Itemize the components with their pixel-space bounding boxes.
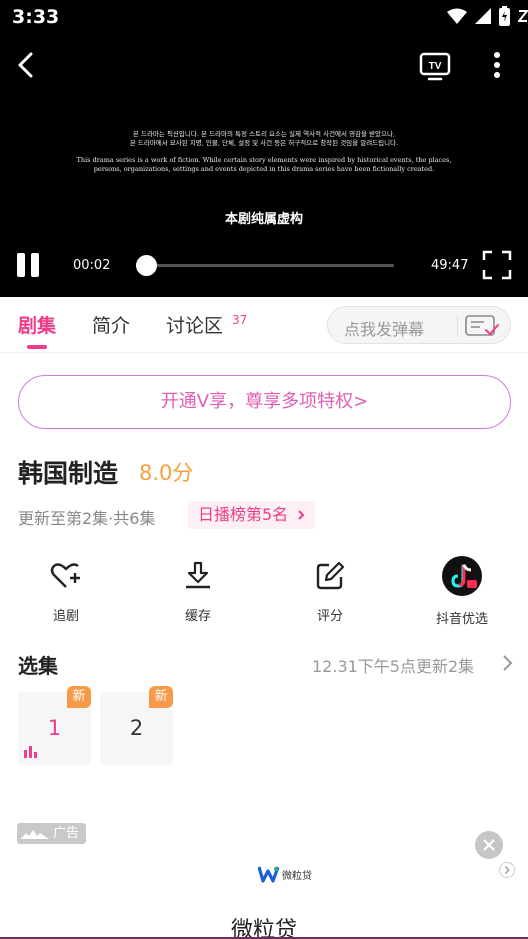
heart-plus-icon <box>50 563 80 588</box>
douyin-shop-button[interactable]: 抖音优选 <box>422 555 502 627</box>
current-time: 00:02 <box>73 258 111 273</box>
show-title: 韩国制造 <box>18 459 119 488</box>
action-label: 评分 <box>316 609 343 624</box>
danmaku-toggle-icon[interactable] <box>464 314 502 338</box>
discussion-count: 37 <box>232 313 248 327</box>
status-icons <box>447 6 528 26</box>
status-bar: 3:33 <box>0 0 528 36</box>
tab-episodes[interactable]: 剧集 <box>18 311 56 338</box>
follow-button[interactable]: 追剧 <box>26 555 106 624</box>
douyin-shop-icon <box>442 556 482 596</box>
video-player[interactable]: 3:33 TV 본 드라마는 픽션입니다. 본 드라마의 특정 스토리 요소는 … <box>0 0 528 297</box>
update-info: 更新至第2集·共6集 <box>18 509 156 528</box>
fiction-disclaimer: 본 드라마는 픽션입니다. 본 드라마의 특정 스토리 요소는 실제 역사적 사… <box>60 130 468 174</box>
new-badge: 新 <box>67 686 91 708</box>
ad-tag: 广告 <box>17 823 86 844</box>
disclaimer-korean-line: 본 드라마는 픽션입니다. 본 드라마의 특정 스토리 요소는 실제 역사적 사… <box>132 130 396 138</box>
video-subtitle: 本剧纯属虚构 <box>224 212 303 227</box>
danmaku-placeholder: 点我发弹幕 <box>344 320 425 339</box>
total-time: 49:47 <box>431 258 469 273</box>
episodes-update-schedule[interactable]: 12.31下午5点更新2集 <box>312 653 474 677</box>
battery-icon <box>499 6 510 26</box>
show-score: 8.0分 <box>139 461 194 485</box>
disclaimer-korean-line: 본 드라마에서 묘사된 지명, 인물, 단체, 설정 및 사건 등은 허구적으로… <box>129 139 399 147</box>
action-label: 追剧 <box>52 609 79 624</box>
rank-badge[interactable]: 日播榜第5名 <box>188 501 316 529</box>
progress-thumb[interactable] <box>136 255 157 276</box>
new-badge: 新 <box>149 686 173 708</box>
notification-icon <box>518 10 528 22</box>
weilidai-logo-icon <box>258 866 279 883</box>
ad-close-icon[interactable] <box>475 831 503 859</box>
download-button[interactable]: 缓存 <box>158 555 238 624</box>
action-row: 追剧 缓存 评分 抖音优选 <box>0 555 528 627</box>
episode-number: 1 <box>47 716 62 740</box>
episode-card[interactable]: 新 1 <box>18 686 91 765</box>
edit-icon <box>316 561 345 590</box>
content-tabs: 剧集 简介 讨论区 37 点我发弹幕 <box>0 297 528 353</box>
fullscreen-icon[interactable] <box>482 250 512 280</box>
download-icon <box>186 561 210 589</box>
episode-number: 2 <box>129 716 144 740</box>
ad-logo-text: 微粒贷 <box>282 870 312 882</box>
active-tab-indicator <box>27 345 47 349</box>
more-options-icon[interactable] <box>484 48 510 82</box>
back-button[interactable] <box>10 48 44 82</box>
chevron-right-icon <box>298 510 305 520</box>
divider <box>457 315 458 337</box>
tab-discussion[interactable]: 讨论区 <box>166 311 223 338</box>
disclaimer-english-line: This drama series is a work of fiction. … <box>76 156 452 164</box>
episodes-title: 选集 <box>18 654 58 678</box>
ad-tag-label: 广告 <box>53 826 80 841</box>
ad-brand-logo[interactable]: 微粒贷 <box>258 864 312 884</box>
action-label: 缓存 <box>184 609 211 624</box>
playing-indicator-icon <box>24 746 37 758</box>
action-label: 抖音优选 <box>435 612 488 627</box>
pause-button[interactable] <box>14 250 42 280</box>
status-time: 3:33 <box>12 6 60 28</box>
ad-arrow-icon[interactable] <box>499 862 515 878</box>
danmaku-input[interactable]: 点我发弹幕 <box>327 306 511 344</box>
disclaimer-english-line: persons, organizations, settings and eve… <box>93 165 435 173</box>
progress-bar[interactable] <box>136 255 394 276</box>
vip-subscribe-banner[interactable]: 开通V享，尊享多项特权> <box>18 375 511 429</box>
tv-cast-icon[interactable]: TV <box>418 50 452 82</box>
signal-icon <box>475 8 491 24</box>
wifi-icon <box>447 8 467 24</box>
rate-button[interactable]: 评分 <box>290 555 370 624</box>
ad-network-logo <box>21 830 49 839</box>
tab-intro[interactable]: 简介 <box>92 311 130 338</box>
svg-text:TV: TV <box>429 61 442 72</box>
rank-badge-label: 日播榜第5名 <box>198 505 289 524</box>
ad-title[interactable]: 微粒贷 <box>0 912 528 939</box>
chevron-right-icon[interactable] <box>500 652 516 674</box>
episode-card[interactable]: 新 2 <box>100 686 173 765</box>
